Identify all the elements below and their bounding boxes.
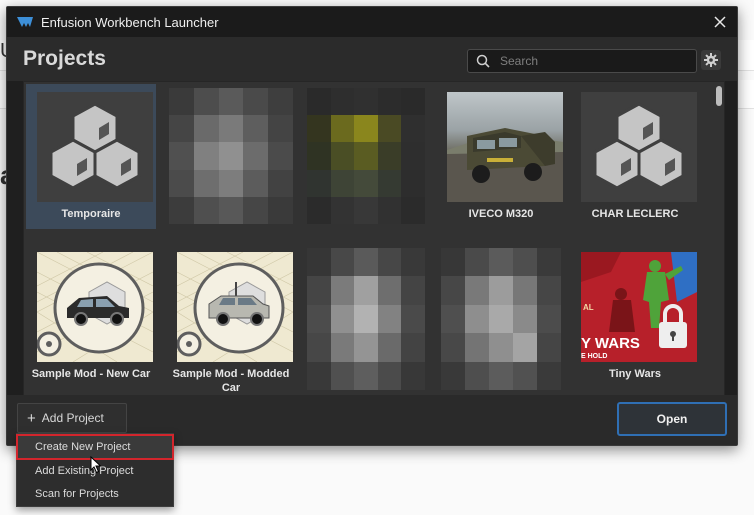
project-label: IVECO M320 [468, 208, 534, 220]
search-icon [476, 54, 490, 68]
mouse-cursor-icon [90, 456, 102, 474]
project-thumbnail [37, 92, 153, 202]
project-label: Tiny Wars [609, 368, 661, 380]
project-thumbnail-blurred [307, 248, 425, 390]
tiny-wars-logo-text: Y WARS [581, 335, 640, 352]
truck-image [447, 128, 563, 202]
project-tile-sample-new-car[interactable]: Sample Mod - New Car [26, 244, 156, 389]
search-box[interactable] [467, 49, 697, 73]
menu-item-label: Create New Project [35, 441, 131, 453]
project-tile-blurred[interactable] [436, 244, 566, 390]
menu-item-label: Add Existing Project [35, 465, 134, 477]
project-thumbnail-truck [447, 92, 563, 202]
cubes-placeholder-icon [49, 102, 141, 190]
project-tile-char-leclerc[interactable]: CHAR LECLERC [570, 84, 700, 229]
pixelated-thumbnail [169, 88, 293, 224]
open-button[interactable]: Open [617, 402, 727, 436]
cubes-placeholder-icon [593, 102, 685, 190]
tiny-wars-image: AL Y WARS E HOLD [581, 252, 697, 362]
projects-grid: Temporaire IVECO M320 CHAR LECLERC Sampl… [23, 81, 725, 397]
project-tile-blurred[interactable] [302, 244, 432, 390]
project-tile-temporaire[interactable]: Temporaire [26, 84, 156, 229]
project-thumbnail-tiny-wars: AL Y WARS E HOLD [581, 252, 697, 362]
project-tile-blurred[interactable] [302, 84, 432, 229]
project-label: Sample Mod - New Car [31, 368, 151, 380]
pixelated-thumbnail [441, 248, 561, 390]
launcher-window: Enfusion Workbench Launcher Projects Sea… [6, 6, 738, 446]
project-tile-tiny-wars[interactable]: AL Y WARS E HOLD Tiny Wars [570, 244, 700, 389]
enfusion-logo-icon [17, 17, 33, 27]
add-project-label: Add Project [41, 411, 104, 425]
gear-icon [704, 53, 718, 67]
projects-header: Projects [7, 37, 737, 81]
plus-icon: + [27, 409, 36, 427]
scrollbar-thumb[interactable] [716, 86, 722, 106]
title-bar: Enfusion Workbench Launcher [7, 7, 737, 37]
menu-item-scan-for-projects[interactable]: Scan for Projects [17, 482, 173, 506]
sample-car-image [37, 252, 153, 362]
settings-button[interactable] [701, 50, 721, 70]
page-title: Projects [23, 47, 106, 70]
project-thumbnail-blurred [169, 88, 293, 224]
project-tile-sample-modded-car[interactable]: Sample Mod - Modded Car [166, 244, 296, 394]
project-label: Temporaire [61, 208, 121, 220]
project-tile-iveco-m320[interactable]: IVECO M320 [436, 84, 566, 229]
tiny-wars-logo-subtext: E HOLD [581, 353, 607, 360]
project-tile-blurred[interactable] [166, 84, 296, 229]
project-thumbnail-blurred [307, 88, 425, 224]
tiny-wars-corner-text: AL [583, 303, 594, 312]
menu-item-label: Scan for Projects [35, 488, 119, 500]
search-input[interactable] [498, 53, 692, 69]
add-project-button[interactable]: + Add Project [17, 403, 127, 433]
window-title: Enfusion Workbench Launcher [41, 14, 219, 30]
pixelated-thumbnail [307, 248, 425, 390]
project-thumbnail [581, 92, 697, 202]
pixelated-thumbnail [307, 88, 425, 224]
project-thumbnail-blurred [441, 248, 561, 390]
project-thumbnail-sample-modded-car [177, 252, 293, 362]
close-icon[interactable] [711, 13, 729, 31]
project-label: Sample Mod - Modded Car [172, 368, 290, 394]
sample-modded-car-image [177, 252, 293, 362]
project-label: CHAR LECLERC [591, 208, 679, 220]
project-thumbnail-sample-car [37, 252, 153, 362]
grid-scrollbar[interactable] [715, 84, 723, 394]
